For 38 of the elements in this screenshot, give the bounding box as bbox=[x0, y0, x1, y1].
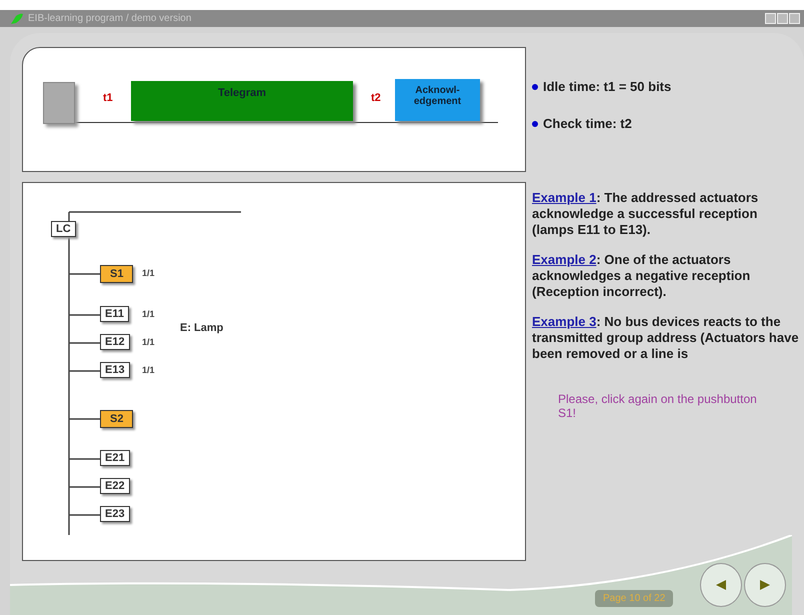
telegram-block: Telegram bbox=[131, 81, 353, 121]
lamp-node[interactable]: E22 bbox=[100, 478, 130, 494]
close-button[interactable] bbox=[789, 13, 800, 24]
note-text: Idle time: t1 = 50 bits bbox=[543, 79, 672, 94]
maximize-button[interactable] bbox=[777, 13, 788, 24]
preceding-frame-block bbox=[43, 82, 75, 124]
note-text: Check time: t2 bbox=[543, 116, 632, 131]
hint-text: Please, click again on the pushbutton S1! bbox=[558, 392, 758, 420]
example-link[interactable]: Example 2 bbox=[532, 252, 596, 267]
t2-label: t2 bbox=[371, 92, 381, 104]
example-text: Example 2: One of the actuators acknowledges a negative reception (Reception incorrect). bbox=[532, 252, 752, 300]
window-title: EIB-learning program / demo version bbox=[28, 13, 192, 24]
example-link[interactable]: Example 1 bbox=[532, 190, 596, 205]
group-address: 1/1 bbox=[142, 268, 155, 278]
lamp-node[interactable]: E12 bbox=[100, 334, 130, 350]
lamp-node[interactable]: E11 bbox=[100, 306, 129, 322]
pushbutton-node[interactable]: S1 bbox=[100, 265, 134, 283]
example-link[interactable]: Example 3 bbox=[532, 314, 596, 329]
group-address: 1/1 bbox=[142, 309, 155, 319]
legend-text: E: Lamp bbox=[180, 322, 224, 334]
group-address: 1/1 bbox=[142, 365, 155, 375]
pushbutton-node[interactable]: S2 bbox=[100, 410, 134, 428]
group-address: 1/1 bbox=[142, 337, 155, 347]
leaf-icon bbox=[10, 12, 24, 24]
page-indicator: Page 10 of 22 bbox=[595, 590, 674, 607]
example-text: Example 1: The addressed actuators acknowledge a successful reception (lamps E11 to E13). bbox=[532, 190, 760, 238]
minimize-button[interactable] bbox=[765, 13, 776, 24]
acknowledgement-block: Acknowl- edgement bbox=[395, 79, 480, 121]
example-text: Example 3: No bus devices reacts to the transmitted group address (Actuators have been removed or a line is bbox=[532, 314, 800, 362]
lamp-node[interactable]: E23 bbox=[100, 506, 130, 522]
line-coupler-node[interactable]: LC bbox=[51, 221, 76, 237]
right-arrow-icon bbox=[758, 578, 772, 592]
bullet-icon bbox=[532, 84, 538, 90]
bullet-icon bbox=[532, 120, 538, 126]
t1-label: t1 bbox=[103, 92, 113, 104]
lamp-node[interactable]: E13 bbox=[100, 362, 130, 378]
lamp-node[interactable]: E21 bbox=[100, 450, 130, 466]
left-arrow-icon bbox=[714, 578, 728, 592]
